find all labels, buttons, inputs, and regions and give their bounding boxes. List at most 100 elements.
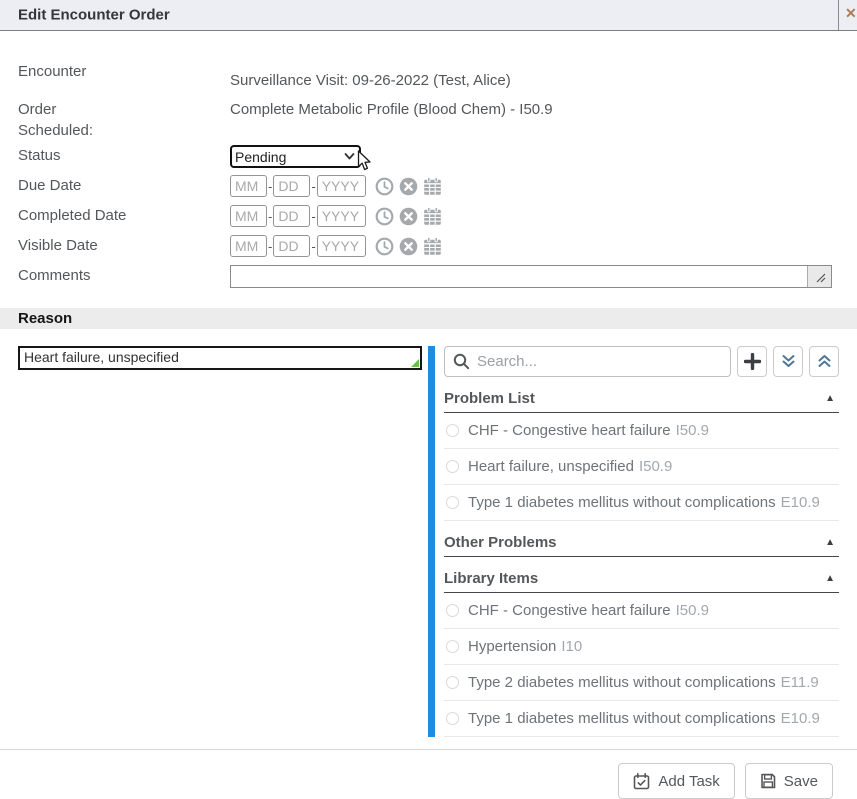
item-code: I50.9 — [676, 422, 709, 439]
collapse-caret-icon: ▲ — [825, 537, 835, 548]
item-code: E11.9 — [781, 674, 819, 691]
comments-label: Comments — [18, 265, 230, 284]
problem-item[interactable]: CHF - Congestive heart failure I50.9 — [444, 413, 839, 449]
status-row: Status Pending — [18, 145, 839, 168]
collapse-caret-icon: ▲ — [825, 573, 835, 584]
completed-month-input[interactable] — [230, 205, 267, 227]
calendar-icon[interactable] — [423, 177, 442, 196]
item-code: I10 — [561, 638, 582, 655]
order-value: Complete Metabolic Profile (Blood Chem) … — [230, 99, 553, 118]
library-item[interactable]: Type 2 diabetes mellitus without complic… — [444, 665, 839, 701]
save-button[interactable]: Save — [745, 763, 833, 799]
completed-day-input[interactable] — [273, 205, 310, 227]
group-header-problem-list[interactable]: Problem List ▲ — [444, 377, 839, 413]
date-separator: - — [268, 209, 272, 224]
item-code: E10.9 — [781, 494, 820, 511]
scheduled-row: Scheduled: — [18, 120, 839, 142]
group-title: Problem List — [444, 390, 535, 407]
clear-circle-icon[interactable] — [399, 207, 418, 226]
reason-section-title: Reason — [18, 310, 72, 327]
comments-input[interactable] — [231, 266, 831, 287]
radio-icon[interactable] — [446, 604, 459, 617]
group-header-library-items[interactable]: Library Items ▲ — [444, 557, 839, 593]
problem-item[interactable]: Type 1 diabetes mellitus without complic… — [444, 485, 839, 521]
header-divider — [838, 0, 839, 31]
reason-picker-panel: Problem List ▲ CHF - Congestive heart fa… — [444, 346, 839, 737]
library-item[interactable]: Hypertension I10 — [444, 629, 839, 665]
radio-icon[interactable] — [446, 460, 459, 473]
group-title: Library Items — [444, 570, 538, 587]
expand-all-button[interactable] — [773, 346, 803, 377]
collapse-caret-icon: ▲ — [825, 393, 835, 404]
status-select[interactable]: Pending — [230, 145, 361, 168]
item-text: CHF - Congestive heart failure — [468, 422, 671, 439]
radio-icon[interactable] — [446, 712, 459, 725]
library-item[interactable]: Type 1 diabetes mellitus without complic… — [444, 701, 839, 737]
completed-year-input[interactable] — [317, 205, 366, 227]
order-label: Order — [18, 99, 230, 118]
search-row — [444, 346, 839, 377]
order-row: Order Complete Metabolic Profile (Blood … — [18, 99, 839, 118]
encounter-value: Surveillance Visit: 09-26-2022 (Test, Al… — [230, 61, 511, 89]
clear-circle-icon[interactable] — [399, 237, 418, 256]
status-label: Status — [18, 145, 230, 164]
calendar-check-icon — [633, 773, 650, 790]
resize-handle-icon[interactable] — [807, 266, 831, 287]
dialog-header: Edit Encounter Order ✕ — [0, 0, 857, 31]
radio-icon[interactable] — [446, 424, 459, 437]
due-year-input[interactable] — [317, 175, 366, 197]
collapse-all-button[interactable] — [809, 346, 839, 377]
radio-icon[interactable] — [446, 640, 459, 653]
due-day-input[interactable] — [273, 175, 310, 197]
save-label: Save — [784, 773, 818, 790]
due-month-input[interactable] — [230, 175, 267, 197]
radio-icon[interactable] — [446, 676, 459, 689]
group-header-other-problems[interactable]: Other Problems ▲ — [444, 521, 839, 557]
scheduled-label: Scheduled: — [18, 120, 230, 139]
item-code: I50.9 — [676, 602, 709, 619]
due-date-label: Due Date — [18, 175, 230, 194]
date-separator: - — [311, 209, 315, 224]
item-text: CHF - Congestive heart failure — [468, 602, 671, 619]
item-text: Type 1 diabetes mellitus without complic… — [468, 710, 776, 727]
visible-year-input[interactable] — [317, 235, 366, 257]
date-separator: - — [268, 239, 272, 254]
clock-icon[interactable] — [375, 237, 394, 256]
clock-icon[interactable] — [375, 207, 394, 226]
radio-icon[interactable] — [446, 496, 459, 509]
add-reason-button[interactable] — [737, 346, 767, 377]
double-chevron-down-icon — [781, 354, 796, 369]
reason-content: Heart failure, unspecified — [0, 329, 857, 737]
date-separator: - — [311, 179, 315, 194]
order-form: Encounter Surveillance Visit: 09-26-2022… — [0, 31, 857, 288]
clock-icon[interactable] — [375, 177, 394, 196]
date-separator: - — [268, 179, 272, 194]
item-text: Hypertension — [468, 638, 556, 655]
add-task-label: Add Task — [658, 773, 719, 790]
comments-row: Comments — [18, 265, 839, 288]
calendar-icon[interactable] — [423, 207, 442, 226]
encounter-row: Encounter Surveillance Visit: 09-26-2022… — [18, 61, 839, 89]
date-separator: - — [311, 239, 315, 254]
item-text: Type 2 diabetes mellitus without complic… — [468, 674, 776, 691]
page-title: Edit Encounter Order — [18, 7, 170, 24]
item-text: Type 1 diabetes mellitus without complic… — [468, 494, 776, 511]
completed-date-row: Completed Date - - — [18, 205, 839, 227]
item-text: Heart failure, unspecified — [468, 458, 634, 475]
library-item[interactable]: CHF - Congestive heart failure I50.9 — [444, 593, 839, 629]
close-icon[interactable]: ✕ — [845, 5, 857, 25]
group-title: Other Problems — [444, 534, 557, 551]
clear-circle-icon[interactable] — [399, 177, 418, 196]
search-input[interactable] — [444, 346, 731, 377]
calendar-icon[interactable] — [423, 237, 442, 256]
problem-item[interactable]: Heart failure, unspecified I50.9 — [444, 449, 839, 485]
visible-date-label: Visible Date — [18, 235, 230, 254]
add-task-button[interactable]: Add Task — [618, 763, 734, 799]
encounter-label: Encounter — [18, 61, 230, 80]
save-floppy-icon — [760, 773, 776, 789]
reason-selected-panel: Heart failure, unspecified — [18, 346, 422, 737]
reason-text-input[interactable]: Heart failure, unspecified — [18, 346, 422, 370]
visible-day-input[interactable] — [273, 235, 310, 257]
visible-month-input[interactable] — [230, 235, 267, 257]
item-code: E10.9 — [781, 710, 820, 727]
